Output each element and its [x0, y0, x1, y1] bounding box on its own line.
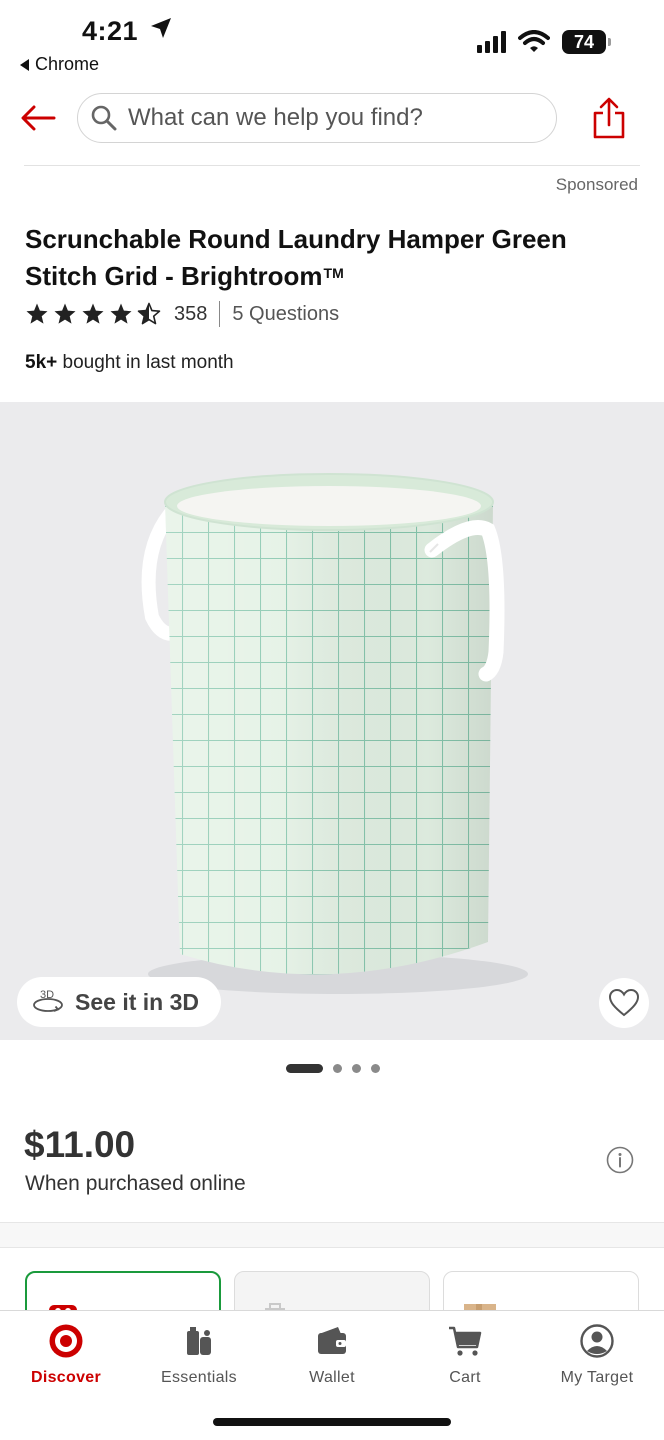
star-full-icon — [54, 303, 76, 324]
bought-count: 5k+ — [25, 352, 58, 373]
bought-recently: 5k+ bought in last month — [25, 352, 234, 374]
star-full-icon — [26, 303, 48, 324]
search-icon — [91, 105, 117, 131]
favorite-button[interactable] — [599, 978, 649, 1028]
account-icon — [580, 1324, 614, 1358]
nav-cart[interactable]: Cart — [405, 1323, 525, 1393]
nav-discover[interactable]: Discover — [6, 1323, 126, 1393]
nav-label: Cart — [449, 1369, 481, 1386]
product-title: Scrunchable Round Laundry Hamper Green S… — [25, 222, 635, 293]
image-carousel-indicator — [286, 1064, 380, 1073]
star-full-icon — [110, 303, 132, 324]
status-time-text: 4:21 — [82, 16, 139, 46]
nav-label: Wallet — [309, 1369, 355, 1386]
product-image[interactable] — [0, 402, 664, 1040]
rating-count[interactable]: 358 — [174, 303, 207, 326]
battery-icon: 74 — [562, 30, 611, 54]
back-to-app[interactable]: Chrome — [20, 54, 99, 75]
carousel-dot-active[interactable] — [286, 1064, 323, 1073]
battery-level: 74 — [573, 32, 595, 52]
nav-essentials[interactable]: Essentials — [139, 1323, 259, 1393]
star-rating — [25, 302, 161, 326]
cell-signal-icon — [477, 31, 506, 53]
questions-link[interactable]: 5 Questions — [232, 303, 339, 326]
location-arrow-icon — [151, 18, 172, 38]
star-half-icon — [137, 302, 161, 325]
nav-my-target[interactable]: My Target — [537, 1323, 657, 1393]
heart-icon — [608, 988, 640, 1017]
product-title-text: Scrunchable Round Laundry Hamper Green S… — [25, 224, 567, 291]
essentials-icon — [187, 1327, 211, 1355]
search-bar[interactable]: What can we help you find? — [77, 93, 557, 143]
info-icon[interactable] — [606, 1146, 634, 1174]
cart-icon — [449, 1326, 482, 1356]
section-divider — [0, 1222, 664, 1248]
nav-wallet[interactable]: Wallet — [272, 1323, 392, 1393]
home-indicator — [213, 1418, 451, 1426]
carousel-dot[interactable] — [333, 1064, 342, 1073]
product-price: $11.00 — [24, 1124, 136, 1165]
wallet-icon — [318, 1327, 346, 1354]
nav-label: My Target — [560, 1369, 634, 1386]
trademark-mark: TM — [323, 265, 344, 281]
back-app-label: Chrome — [35, 54, 100, 74]
nav-label: Essentials — [161, 1369, 237, 1386]
price-note: When purchased online — [25, 1172, 246, 1195]
header-divider — [24, 165, 640, 166]
wifi-icon — [518, 30, 550, 52]
top-header: What can we help you find? — [0, 90, 664, 146]
status-icons: 74 — [477, 30, 611, 54]
target-logo-icon — [49, 1324, 83, 1358]
see-in-3d-label: See it in 3D — [75, 988, 199, 1015]
status-time: 4:21 — [82, 16, 172, 47]
carousel-dot[interactable] — [371, 1064, 380, 1073]
star-full-icon — [82, 303, 104, 324]
bought-text: bought in last month — [57, 352, 234, 373]
nav-label: Discover — [31, 1369, 101, 1386]
sponsored-label: Sponsored — [555, 175, 638, 194]
see-in-3d-button[interactable]: 3D See it in 3D — [17, 977, 221, 1027]
back-triangle-icon — [20, 58, 29, 71]
rating-divider — [219, 301, 221, 327]
3d-view-icon: 3D — [33, 989, 63, 1012]
share-icon[interactable] — [590, 96, 628, 140]
rating-row[interactable]: 358 5 Questions — [25, 299, 339, 329]
search-placeholder: What can we help you find? — [128, 104, 423, 131]
laundry-hamper-illustration — [141, 473, 528, 994]
back-arrow-icon[interactable] — [18, 100, 58, 136]
carousel-dot[interactable] — [352, 1064, 361, 1073]
